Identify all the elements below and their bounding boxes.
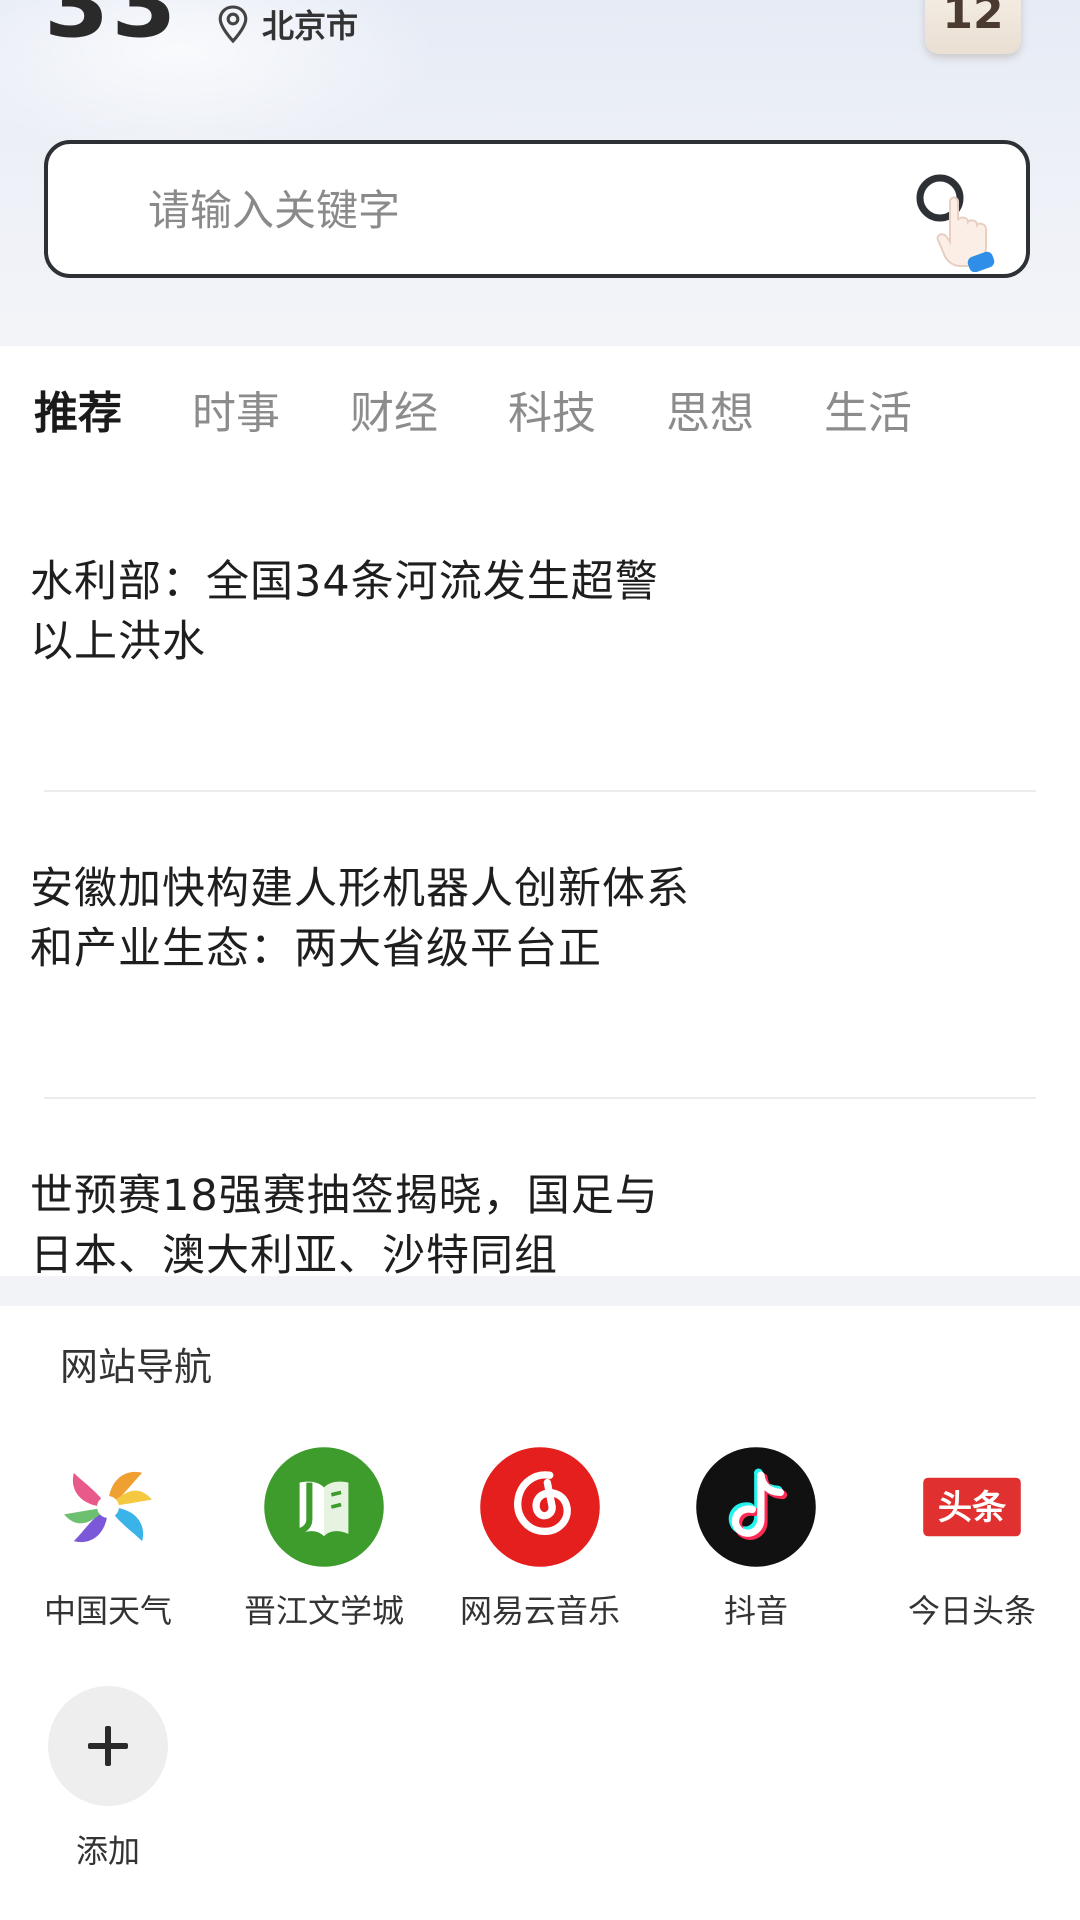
site-label: 今日头条	[907, 1592, 1036, 1630]
jjwxc-icon	[264, 1447, 384, 1567]
tab-life[interactable]: 生活	[824, 386, 912, 442]
header-area: 33 北京市 12	[0, 0, 1080, 346]
site-label: 晋江文学城	[243, 1592, 404, 1630]
news-title: 水利部：全国34条河流发生超警以上洪水	[30, 557, 659, 667]
douyin-icon	[696, 1447, 816, 1567]
search-box[interactable]	[44, 140, 1030, 278]
site-netease-music[interactable]: 网易云音乐	[432, 1446, 648, 1632]
site-jjwxc[interactable]: 晋江文学城	[216, 1446, 432, 1632]
add-label: 添加	[75, 1832, 140, 1870]
category-tabs: 推荐 时事 财经 科技 思想 生活	[0, 346, 1080, 486]
tab-technology[interactable]: 科技	[508, 386, 596, 442]
location[interactable]: 北京市	[216, 4, 359, 45]
site-label: 抖音	[723, 1592, 788, 1630]
tab-current-affairs[interactable]: 时事	[192, 386, 280, 442]
plus-icon	[88, 1726, 128, 1766]
site-china-weather[interactable]: 中国天气	[0, 1446, 216, 1632]
section-separator	[0, 1276, 1080, 1306]
news-title: 世预赛18强赛抽签揭晓，国足与日本、澳大利亚、沙特同组	[30, 1171, 659, 1276]
site-label: 网易云音乐	[459, 1592, 620, 1630]
tab-thought[interactable]: 思想	[666, 386, 754, 442]
city-name: 北京市	[262, 7, 359, 45]
netease-music-icon	[480, 1447, 600, 1567]
news-list: 水利部：全国34条河流发生超警以上洪水 安徽加快构建人形机器人创新体系和产业生态…	[0, 500, 1080, 1276]
add-circle[interactable]	[48, 1686, 168, 1806]
china-weather-icon	[64, 1471, 152, 1543]
temperature: 33	[44, 0, 179, 59]
calendar-day: 12	[942, 0, 1004, 39]
calendar-widget[interactable]: 12	[925, 0, 1021, 54]
site-label: 中国天气	[43, 1592, 172, 1630]
add-site-button[interactable]: 添加	[0, 1686, 216, 1872]
location-pin-icon	[218, 5, 248, 44]
search-icon[interactable]	[900, 162, 1010, 272]
svg-text:头条: 头条	[938, 1488, 1007, 1528]
search-input[interactable]	[148, 182, 848, 238]
divider	[44, 1097, 1036, 1099]
site-navigation: 网站导航 中国天气 晋江文学城 网易云音乐 抖音 头条 今日头条 添加	[0, 1306, 1080, 1920]
site-nav-title: 网站导航	[60, 1345, 213, 1389]
site-toutiao[interactable]: 头条 今日头条	[864, 1446, 1080, 1632]
toutiao-icon: 头条	[923, 1477, 1021, 1537]
news-title: 安徽加快构建人形机器人创新体系和产业生态：两大省级平台正	[30, 864, 690, 974]
divider	[44, 790, 1036, 792]
tab-finance[interactable]: 财经	[350, 386, 438, 442]
site-douyin[interactable]: 抖音	[648, 1446, 864, 1632]
tab-recommend[interactable]: 推荐	[34, 386, 122, 442]
